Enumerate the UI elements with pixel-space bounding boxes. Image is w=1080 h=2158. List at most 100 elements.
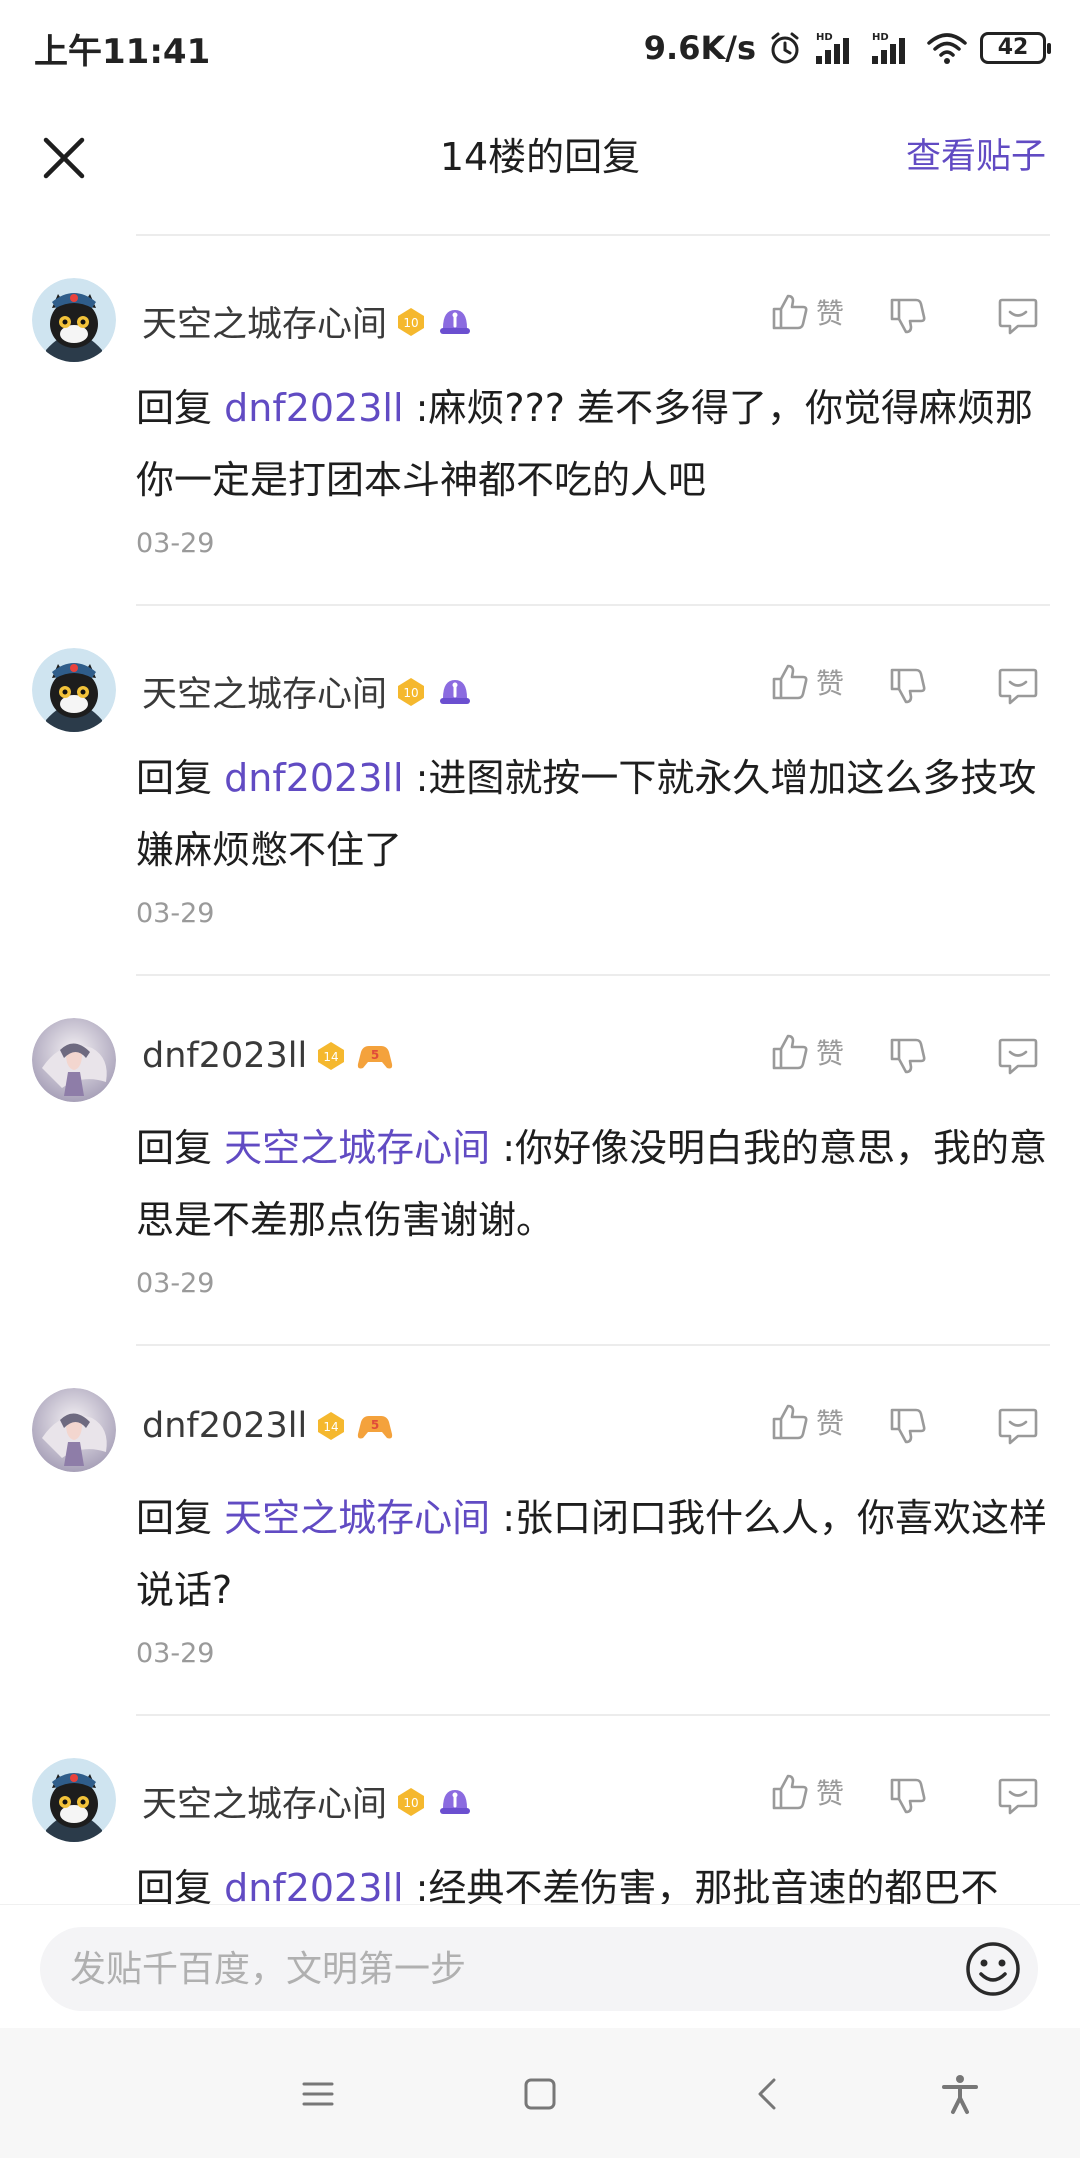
like-button[interactable]: 赞 (770, 1032, 844, 1072)
reply-text: 回复 dnf2023ll :麻烦??? 差不多得了，你觉得麻烦那你一定是打团本斗… (136, 372, 1056, 516)
svg-text:10: 10 (403, 316, 418, 330)
thumb-down-icon[interactable] (888, 296, 928, 336)
username-row: 天空之城存心间 10 (142, 1776, 475, 1827)
battery-indicator: 42 (980, 32, 1051, 64)
like-label: 赞 (815, 1777, 844, 1810)
like-button[interactable]: 赞 (770, 1772, 844, 1812)
svg-text:10: 10 (403, 686, 418, 700)
gamepad-badge-icon: 5 (358, 1416, 393, 1439)
username-row: 天空之城存心间 10 (142, 296, 475, 347)
like-label: 赞 (815, 297, 844, 330)
thumb-down-icon[interactable] (888, 1036, 928, 1076)
avatar[interactable] (32, 278, 116, 362)
reply-text: 回复 dnf2023ll :进图就按一下就永久增加这么多技攻嫌麻烦憋不住了 (136, 742, 1056, 886)
back-icon[interactable] (746, 2072, 790, 2116)
reply-text: 回复 天空之城存心间 :你好像没明白我的意思，我的意思是不差那点伤害谢谢。 (136, 1112, 1056, 1256)
mention-link[interactable]: dnf2023ll (224, 386, 403, 430)
mention-link[interactable]: dnf2023ll (224, 756, 403, 800)
status-bar: 上午11:41 9.6K/s HD HD 42 (0, 0, 1080, 96)
emoji-icon[interactable] (964, 1940, 1022, 1998)
reply-date: 03-29 (136, 1638, 215, 1669)
reply-item: 天空之城存心间 10 赞 (0, 1716, 1080, 1904)
avatar[interactable] (32, 1018, 116, 1102)
mention-link[interactable]: 天空之城存心间 (224, 1496, 490, 1540)
svg-text:HD: HD (816, 32, 833, 43)
menu-icon[interactable] (296, 2072, 340, 2116)
username-row: dnf2023ll 14 5 (142, 1406, 395, 1446)
avatar[interactable] (32, 1388, 116, 1472)
username[interactable]: 天空之城存心间 (142, 1776, 387, 1827)
cat-avatar-icon (32, 278, 116, 362)
reply-item: 天空之城存心间 10 赞 (0, 606, 1080, 977)
username[interactable]: 天空之城存心间 (142, 296, 387, 347)
anime-avatar-icon (32, 1018, 116, 1102)
svg-text:HD: HD (872, 32, 889, 43)
reply-date: 03-29 (136, 1268, 215, 1299)
comment-input-bar (0, 1904, 1080, 2028)
view-post-link[interactable]: 查看贴子 (906, 128, 1046, 179)
reply-icon[interactable] (996, 1404, 1040, 1448)
header: 14楼的回复 查看贴子 (0, 96, 1080, 236)
comment-input[interactable] (70, 1927, 940, 2011)
anime-avatar-icon (32, 1388, 116, 1472)
level-badge-icon: 14 (318, 1412, 345, 1440)
username[interactable]: 天空之城存心间 (142, 666, 387, 717)
reply-icon[interactable] (996, 664, 1040, 708)
reply-list: 天空之城存心间 10 赞 回复 dnf2023ll:麻烦??? 差不多得了，你… (0, 236, 1080, 1904)
svg-text:5: 5 (371, 1048, 379, 1062)
like-label: 赞 (815, 1407, 844, 1440)
mention-link[interactable]: 天空之城存心间 (224, 1126, 490, 1170)
thumb-up-icon (772, 294, 808, 330)
like-button[interactable]: 赞 (770, 662, 844, 702)
thumb-up-icon (772, 1034, 808, 1070)
thumb-up-icon (772, 664, 808, 700)
thumb-down-icon[interactable] (888, 1776, 928, 1816)
level-badge-icon: 10 (398, 1787, 425, 1816)
avatar[interactable] (32, 1758, 116, 1842)
like-button[interactable]: 赞 (770, 292, 844, 332)
level-badge-icon: 14 (318, 1042, 345, 1070)
home-icon[interactable] (518, 2072, 562, 2116)
level-badge-icon: 10 (398, 677, 425, 706)
member-badge-icon (440, 679, 471, 704)
status-time: 上午11:41 (34, 32, 211, 72)
thumb-down-icon[interactable] (888, 1406, 928, 1446)
username[interactable]: dnf2023ll (142, 1406, 307, 1446)
avatar[interactable] (32, 648, 116, 732)
reply-date: 03-29 (136, 528, 215, 559)
like-label: 赞 (815, 667, 844, 700)
reply-actions: 赞 (680, 1772, 1080, 1828)
svg-text:14: 14 (324, 1050, 339, 1064)
network-speed: 9.6K/s (643, 29, 756, 67)
signal-icon-2: HD (872, 32, 905, 64)
mention-link[interactable]: dnf2023ll (224, 1866, 403, 1904)
reply-prefix: 回复 (136, 1126, 213, 1170)
reply-actions: 赞 (680, 292, 1080, 348)
reply-prefix: 回复 (136, 1496, 213, 1540)
reply-actions: 赞 (680, 1402, 1080, 1458)
cat-avatar-icon (32, 1758, 116, 1842)
comment-input-container[interactable] (40, 1927, 1038, 2011)
status-icons: 9.6K/s HD HD 42 (643, 22, 1051, 74)
reply-prefix: 回复 (136, 386, 213, 430)
svg-text:14: 14 (324, 1420, 339, 1434)
member-badge-icon (440, 1789, 471, 1814)
reply-date: 03-29 (136, 898, 215, 929)
username[interactable]: dnf2023ll (142, 1036, 307, 1076)
thumb-down-icon[interactable] (888, 666, 928, 706)
svg-text:10: 10 (403, 1796, 418, 1810)
like-button[interactable]: 赞 (770, 1402, 844, 1442)
accessibility-icon[interactable] (938, 2072, 982, 2116)
cat-avatar-icon (32, 648, 116, 732)
svg-text:5: 5 (371, 1418, 379, 1432)
system-nav-bar (0, 2028, 1080, 2158)
member-badge-icon (440, 309, 471, 334)
reply-icon[interactable] (996, 1034, 1040, 1078)
reply-text: 回复 dnf2023ll :经典不差伤害，那批音速的都巴不 (136, 1852, 1056, 1904)
thumb-up-icon (772, 1404, 808, 1440)
reply-icon[interactable] (996, 294, 1040, 338)
reply-icon[interactable] (996, 1774, 1040, 1818)
reply-text: 回复 天空之城存心间 :张口闭口我什么人，你喜欢这样说话? (136, 1482, 1056, 1626)
thumb-up-icon (772, 1774, 808, 1810)
reply-item: dnf2023ll 14 5 赞 (0, 1346, 1080, 1717)
